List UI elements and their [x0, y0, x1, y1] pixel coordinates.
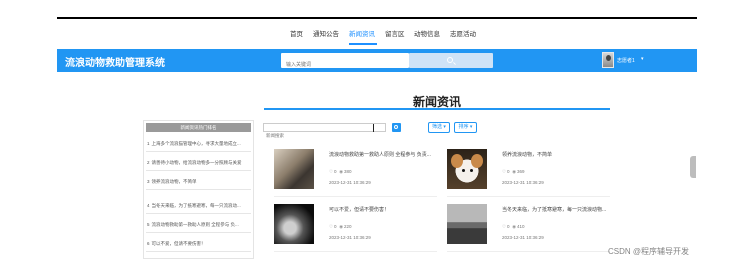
list-item[interactable]: 3 领养流浪动物，不简单 [146, 173, 251, 190]
search-icon [394, 125, 398, 129]
rank-title: 流浪动物救助第一救助人原则 全程参与 负... [151, 222, 239, 227]
rank-number: 2 [147, 160, 150, 165]
chevron-down-icon[interactable]: ▾ [641, 56, 644, 62]
news-title[interactable]: 可以不爱，但请不要伤害！ [329, 206, 435, 213]
nav-item-news[interactable]: 新闻资讯 [349, 28, 375, 38]
top-navigation: 首页 通知公告 新闻资讯 留言区 动物信息 志愿活动 [0, 28, 749, 45]
rank-title: 上海多个流浪猫管理中心，寻求大量地成立... [151, 141, 241, 146]
nav-active-indicator [349, 43, 377, 45]
search-icon [447, 57, 453, 63]
view-count: 220 [344, 224, 352, 229]
nav-item-messages[interactable]: 留言区 [385, 28, 405, 38]
list-item[interactable]: 1 上海多个流浪猫管理中心，寻求大量地成立... [146, 135, 251, 152]
filter-dropdown[interactable]: 筛选 ▾ [428, 122, 450, 133]
rank-number: 6 [147, 241, 150, 246]
news-stats: ♡0 ◉380 [329, 169, 352, 175]
news-thumbnail[interactable] [274, 204, 314, 244]
eye-icon: ◉ [339, 169, 344, 174]
avatar[interactable] [602, 52, 614, 68]
nav-item-home[interactable]: 首页 [290, 28, 303, 38]
user-name[interactable]: 志愿者1 [617, 57, 635, 64]
nav-item-notices[interactable]: 通知公告 [313, 28, 339, 38]
news-search-box [263, 123, 386, 139]
rank-title: 当冬天来临，为了抵寒避寒，每一只流浪动... [151, 203, 241, 208]
site-title: 流浪动物救助管理系统 [65, 58, 165, 69]
view-count: 410 [517, 224, 525, 229]
header-search-box [281, 53, 409, 73]
view-count: 380 [344, 169, 352, 174]
list-item[interactable]: 2 请善待小动物，给流浪动物多一分照顾与关爱 [146, 154, 251, 171]
like-icon: ♡ [502, 224, 507, 229]
like-icon: ♡ [329, 169, 334, 174]
top-divider [57, 17, 697, 19]
rank-number: 5 [147, 222, 150, 227]
rank-number: 1 [147, 141, 150, 146]
dog-eye [470, 169, 473, 172]
nav-item-animals[interactable]: 动物信息 [414, 28, 440, 38]
text-cursor [373, 124, 374, 132]
news-card[interactable]: 流浪动物救助第一救助人原则 全程参与 负责... ♡0 ◉380 2023-12… [274, 149, 437, 197]
news-search-input[interactable] [264, 132, 385, 139]
nav-item-volunteer[interactable]: 志愿活动 [450, 28, 476, 38]
news-thumbnail[interactable] [274, 149, 314, 189]
news-title[interactable]: 流浪动物救助第一救助人原则 全程参与 负责... [329, 151, 435, 158]
rank-number: 3 [147, 179, 150, 184]
news-card[interactable]: 领养流浪动物，不简单 ♡0 ◉369 2023-12-31 10:36:29 [447, 149, 610, 197]
rank-title: 可以不爱，但请不要伤害！ [151, 241, 206, 246]
news-thumbnail[interactable] [447, 149, 487, 189]
news-title[interactable]: 领养流浪动物，不简单 [502, 151, 608, 158]
dog-ear [471, 154, 483, 168]
eye-icon: ◉ [339, 224, 344, 229]
rank-title: 领养流浪动物，不简单 [151, 179, 197, 184]
news-card[interactable]: 可以不爱，但请不要伤害！ ♡0 ◉220 2023-12-31 10:36:29 [274, 204, 437, 252]
news-date: 2023-12-31 10:36:29 [329, 235, 371, 240]
news-stats: ♡0 ◉220 [329, 224, 352, 230]
header-search-button[interactable] [409, 53, 493, 68]
like-count: 0 [507, 169, 510, 174]
hot-news-panel: 新闻资讯热门排名 1 上海多个流浪猫管理中心，寻求大量地成立... 2 请善待小动物… [143, 120, 254, 259]
dog-ear [451, 154, 463, 168]
header-bar: 流浪动物救助管理系统 志愿者1 ▾ [57, 49, 697, 73]
list-item[interactable]: 4 当冬天来临，为了抵寒避寒，每一只流浪动... [146, 197, 251, 214]
like-count: 0 [334, 224, 337, 229]
news-card[interactable]: 当冬天来临，为了抵寒避寒，每一只流浪动物... ♡0 ◉410 2023-12-… [447, 204, 610, 252]
news-date: 2023-12-31 10:36:29 [502, 235, 544, 240]
rank-title: 请善待小动物，给流浪动物多一分照顾与关爱 [151, 160, 242, 165]
news-date: 2023-12-31 10:36:29 [502, 180, 544, 185]
title-divider [264, 108, 610, 110]
news-title[interactable]: 当冬天来临，为了抵寒避寒，每一只流浪动物... [502, 206, 608, 213]
dog-eye [462, 169, 465, 172]
rank-number: 4 [147, 203, 150, 208]
news-search-button[interactable] [392, 123, 401, 132]
news-stats: ♡0 ◉410 [502, 224, 525, 230]
sort-dropdown[interactable]: 排序 ▾ [454, 122, 477, 133]
hot-news-header: 新闻资讯热门排名 [146, 123, 251, 132]
news-thumbnail[interactable] [447, 204, 487, 244]
view-count: 369 [517, 169, 525, 174]
eye-icon: ◉ [512, 169, 517, 174]
side-toggle-tab[interactable] [690, 156, 696, 178]
list-item[interactable]: 5 流浪动物救助第一救助人原则 全程参与 负... [146, 216, 251, 233]
news-date: 2023-12-31 10:36:29 [329, 180, 371, 185]
like-count: 0 [507, 224, 510, 229]
list-item[interactable]: 6 可以不爱，但请不要伤害！ [146, 235, 251, 252]
header-search-input[interactable] [281, 57, 409, 73]
like-icon: ♡ [502, 169, 507, 174]
like-icon: ♡ [329, 224, 334, 229]
watermark: CSDN @程序辅导开发 [608, 247, 690, 256]
news-stats: ♡0 ◉369 [502, 169, 525, 175]
like-count: 0 [334, 169, 337, 174]
eye-icon: ◉ [512, 224, 517, 229]
